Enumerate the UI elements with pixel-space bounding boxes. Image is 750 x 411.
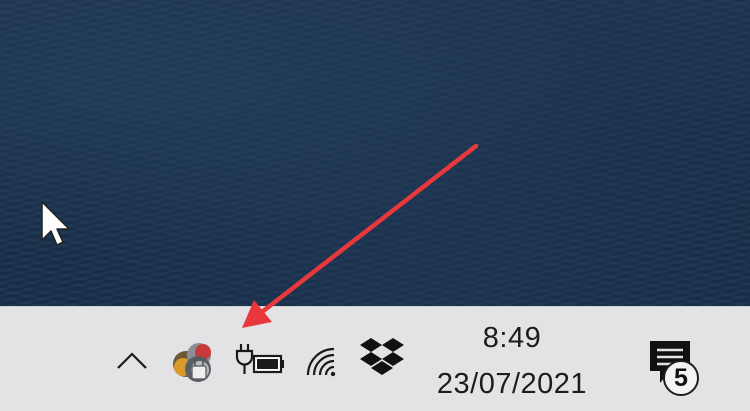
dropbox-button[interactable]	[358, 335, 406, 381]
dropbox-icon	[360, 338, 404, 375]
clock-time: 8:49	[482, 322, 542, 354]
plug-battery-icon	[235, 344, 284, 374]
chevron-up-icon	[117, 352, 147, 369]
clock-button[interactable]: 8:49 23/07/2021	[420, 317, 604, 405]
clock-date: 23/07/2021	[436, 368, 588, 400]
taskbar: 8:49 23/07/2021	[0, 306, 750, 411]
screen: 8:49 23/07/2021 5	[0, 0, 750, 411]
battery-button[interactable]	[232, 341, 288, 381]
mouse-pointer-icon	[41, 201, 70, 246]
desktop-wallpaper	[0, 0, 750, 306]
colorful-circles-icon	[173, 343, 211, 382]
network-button[interactable]	[300, 341, 346, 381]
wifi-icon	[306, 347, 336, 377]
show-hidden-icons-button[interactable]	[112, 343, 152, 377]
tray-app-button[interactable]	[170, 337, 220, 387]
notification-count-badge: 5	[663, 360, 699, 396]
